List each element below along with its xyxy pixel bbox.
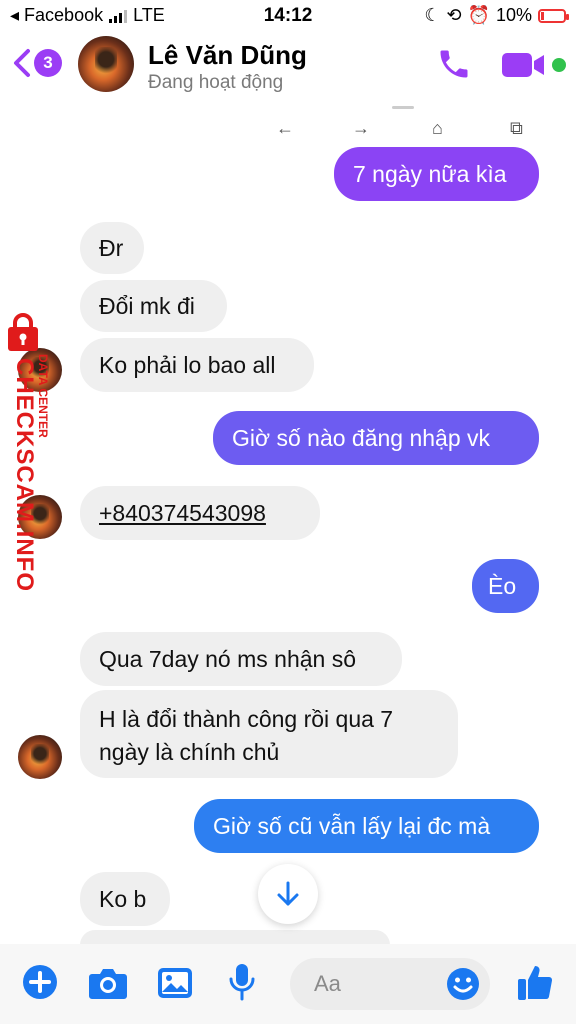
message-text: 7 ngày nữa kìa [353,160,507,187]
message-text: H là đổi thành công rồi qua 7 ngày là ch… [99,706,394,765]
alarm-icon: ⏰ [467,5,490,25]
battery-icon [538,8,569,23]
embedded-nav-bar: ← → ⌂ ⧉ [266,100,538,144]
battery-percent: 10% [495,5,532,25]
status-bar: ◂ Facebook LTE 14:12 ☾ ⟲ ⏰ 10% [0,0,576,32]
sender-avatar[interactable] [18,735,62,779]
unread-badge: 3 [34,49,62,77]
drag-handle [392,106,414,109]
message-incoming[interactable]: H là đổi thành công rồi qua 7 ngày là ch… [80,690,458,778]
scroll-to-bottom-button[interactable] [258,864,318,924]
arrow-down-icon [277,881,299,906]
message-incoming[interactable]: +840374543098 [80,486,320,540]
message-incoming[interactable]: Ko phải lo bao all [80,338,314,392]
lock-icon [8,313,38,351]
video-call-button[interactable] [500,50,546,85]
phone-number-link[interactable]: +840374543098 [99,497,266,530]
message-incoming[interactable]: Qua 7day nó ms nhận sô [80,632,402,686]
camera-icon [89,969,127,999]
message-outgoing[interactable]: 7 ngày nữa kìa [334,147,539,201]
message-input-box[interactable] [290,958,490,1010]
chevron-left-icon [14,49,30,77]
tabs-icon: ⧉ [510,118,523,138]
moon-icon: ☾ [424,5,441,25]
message-outgoing[interactable]: Giờ số cũ vẫn lấy lại đc mà [194,799,539,853]
watermark: CHECKSCAM.INFO DATA CENTER [2,310,50,600]
thumbs-up-icon [518,966,553,1000]
message-text: Ko phải lo bao all [99,351,276,378]
watermark-text: CHECKSCAM.INFO [11,358,38,592]
online-indicator [552,58,566,72]
message-text: Đr [99,234,124,261]
microphone-icon [229,964,255,1001]
plus-icon [23,965,57,999]
message-outgoing[interactable]: Giờ số nào đăng nhập vk [213,411,539,465]
home-icon: ⌂ [432,118,443,138]
voice-message-button[interactable] [228,962,256,1007]
image-icon [158,968,192,998]
message-incoming[interactable]: Ko b [80,872,170,926]
contact-status: Đang hoạt động [148,72,284,93]
gallery-button[interactable] [156,966,194,1005]
message-input[interactable] [312,970,446,998]
message-text: Èo [488,572,517,599]
arrow-right-icon: → [352,118,370,138]
watermark-subtext: DATA CENTER [36,354,50,438]
message-text: Đổi mk đi [99,292,195,319]
back-button[interactable]: 3 [12,48,62,78]
message-incoming[interactable]: Đổi mk đi [80,280,227,332]
status-right: ☾ ⟲ ⏰ 10% [424,5,569,26]
message-text: Qua 7day nó ms nhận sô [99,645,356,672]
message-text: Giờ số cũ vẫn lấy lại đc mà [213,812,491,839]
arrow-left-icon: ← [276,118,294,138]
phone-icon [440,50,468,78]
composer-bar [0,944,576,1024]
contact-name[interactable]: Lê Văn Dũng [148,40,307,71]
orientation-lock-icon: ⟲ [446,5,462,25]
emoji-icon[interactable] [446,967,480,1001]
message-text: Ko b [99,885,147,912]
audio-call-button[interactable] [436,46,472,87]
camera-button[interactable] [88,966,128,1005]
message-incoming[interactable]: Đr [80,222,144,274]
video-camera-icon [502,53,544,77]
message-text: Giờ số nào đăng nhập vk [232,424,491,451]
like-button[interactable] [516,962,554,1007]
contact-avatar[interactable] [78,36,134,92]
plus-button[interactable] [22,964,58,1005]
message-outgoing[interactable]: Èo [472,559,539,613]
chat-header: 3 Lê Văn Dũng Đang hoạt động [0,32,576,98]
